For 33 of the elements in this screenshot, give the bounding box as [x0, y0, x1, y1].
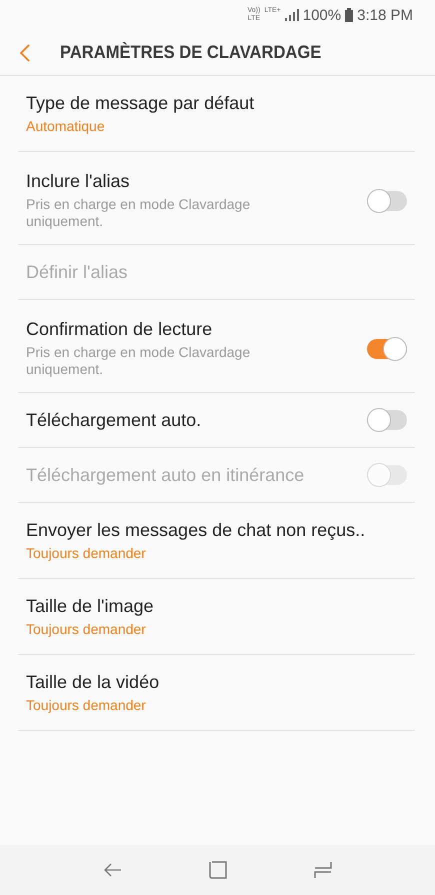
setting-description: Pris en charge en mode Clavardage uniquement. [26, 344, 252, 378]
setting-row[interactable]: Taille de l'image Toujours demander [18, 579, 415, 655]
setting-value: Toujours demander [26, 545, 147, 561]
back-icon [20, 44, 30, 62]
clock-time: 3:18 PM [357, 6, 413, 24]
toggle-switch[interactable] [367, 190, 407, 210]
setting-title: Confirmation de lecture [26, 319, 214, 340]
screen-title: PARAMÈTRES DE CLAVARDAGE [60, 42, 322, 63]
setting-title: Taille de la vidéo [26, 672, 160, 693]
battery-icon [345, 8, 354, 22]
signal-icon [284, 9, 299, 21]
setting-title: Téléchargement auto. [26, 410, 202, 430]
setting-title: Type de message par défaut [26, 93, 256, 114]
setting-description: Pris en charge en mode Clavardage uniquement. [26, 196, 252, 230]
setting-value: Toujours demander [26, 697, 147, 713]
setting-row[interactable]: Téléchargement auto. [18, 393, 415, 448]
setting-title: Envoyer les messages de chat non reçus.. [26, 520, 366, 541]
setting-title: Téléchargement auto en itinérance [26, 464, 306, 486]
back-arrow-icon [104, 863, 122, 877]
setting-title: Taille de l'image [26, 596, 155, 617]
setting-title: Définir l'alias [26, 262, 128, 282]
setting-row[interactable]: Inclure l'alias Pris en charge en mode Clavardage uniquement. [18, 152, 415, 245]
setting-title: Inclure l'alias [26, 171, 130, 192]
setting-row[interactable]: Taille de la vidéo Toujours demander [18, 655, 415, 731]
setting-value: Toujours demander [26, 621, 147, 637]
recents-icon [314, 861, 332, 879]
setting-row[interactable]: Type de message par défaut Automatique [18, 76, 415, 152]
toggle-switch[interactable] [367, 410, 407, 430]
setting-value: Automatique [26, 118, 106, 134]
setting-row[interactable]: Confirmation de lecture Pris en charge en mode Clavardage uniquement. [18, 300, 415, 393]
battery-percentage: 100% [302, 6, 342, 24]
toggle-switch[interactable] [367, 338, 407, 358]
setting-row[interactable]: Envoyer les messages de chat non reçus.. Toujours demander [18, 503, 415, 579]
